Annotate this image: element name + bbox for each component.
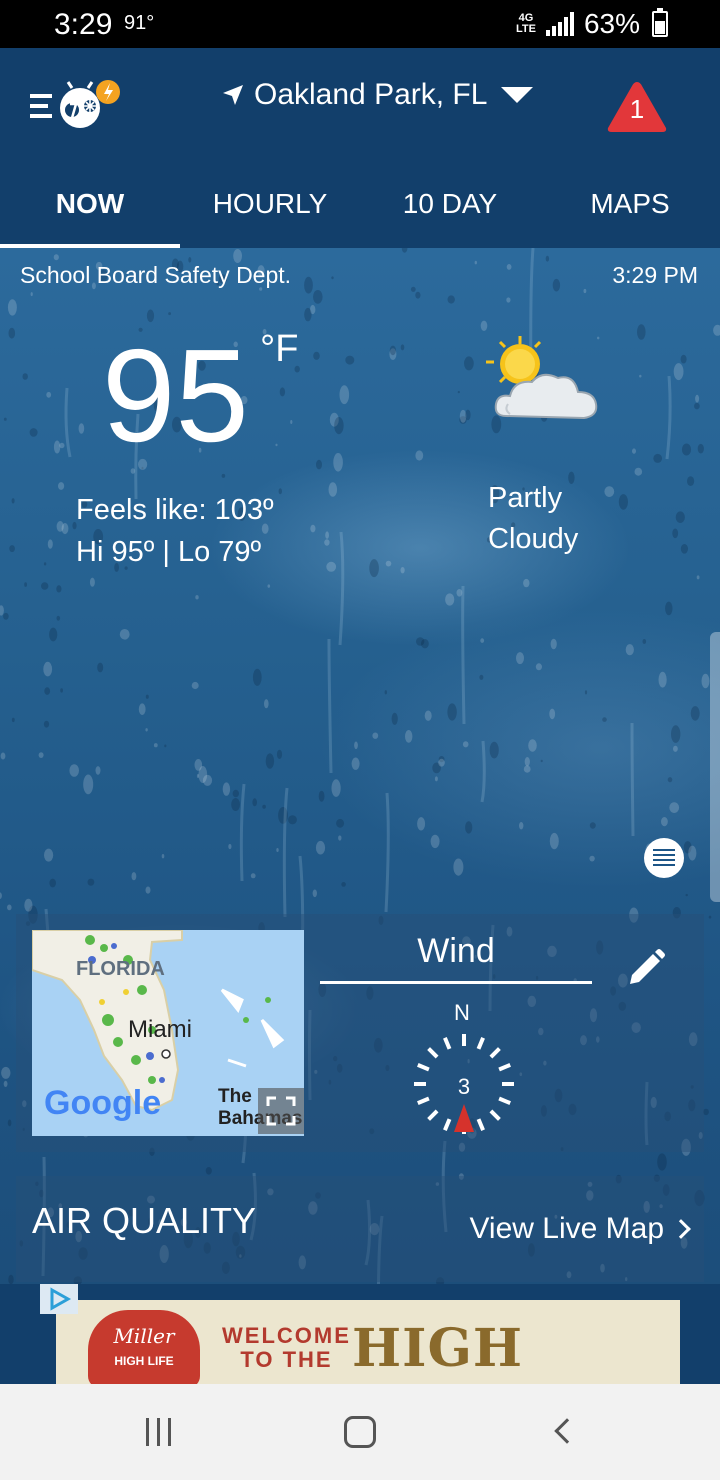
tab-maps[interactable]: MAPS [540,178,720,248]
alert-count: 1 [629,94,645,124]
view-live-map-label: View Live Map [469,1212,664,1245]
map-label-florida: FLORIDA [76,958,165,980]
google-logo: Google [44,1084,162,1122]
ad-welcome-text: WELCOME TO THE [222,1323,351,1372]
expand-map-icon[interactable] [258,1088,304,1134]
condition-line-2: Cloudy [488,523,579,555]
feels-like: Feels like: 103º [76,494,274,526]
chevron-right-icon [671,1219,691,1239]
location-arrow-icon [223,85,243,105]
status-bar: 3:29 91° 4G LTE 63% [0,0,720,48]
sponsor-text: School Board Safety Dept. [20,262,292,288]
battery-icon [652,8,668,37]
home-icon[interactable] [344,1416,376,1448]
condition-line-1: Partly [488,482,563,514]
ad-brand-line-1: Miller [113,1324,175,1348]
updated-time: 3:29 PM [612,262,698,288]
tab-hourly[interactable]: HOURLY [180,178,360,248]
hi-lo: Hi 95º | Lo 79º [76,536,262,568]
weather-alert-button[interactable]: 1 [606,78,668,134]
status-time: 3:29 [54,8,113,41]
wind-title: Wind [320,932,592,984]
ad-banner[interactable]: Miller HIGH LIFE WELCOMETO THE HIGH LIFE [56,1300,680,1384]
layout-list-button[interactable] [644,838,684,878]
status-indicators: 4G LTE 63% [516,8,668,40]
system-navigation-bar [0,1384,720,1480]
tab-now[interactable]: NOW [0,178,180,248]
app-header: Oakland Park, FL 1 NOW HOURLY 10 DAY MAP… [0,48,720,248]
side-drawer-handle[interactable] [710,632,720,902]
signal-strength-icon [545,12,574,36]
chevron-down-icon [501,87,534,103]
adchoices-icon[interactable] [40,1284,78,1314]
location-name: Oakland Park, FL [254,78,488,111]
ad-brand-line-2: HIGH LIFE [114,1354,174,1368]
location-selector[interactable]: Oakland Park, FL [222,78,534,112]
menu-logo-icon[interactable] [30,78,122,138]
map-label-miami: Miami [128,1016,192,1043]
temperature-unit: °F [260,328,299,370]
current-temperature: 95 [102,322,249,469]
ad-container: Miller HIGH LIFE WELCOMETO THE HIGH LIFE [0,1284,720,1384]
wind-speed: 3 [457,1074,471,1099]
edit-pencil-icon[interactable] [626,948,666,988]
partly-cloudy-icon [486,336,598,420]
air-quality-card[interactable]: AIR QUALITY View Live Map [16,1176,704,1282]
condition-text: Partly Cloudy [488,478,578,560]
miller-logo: Miller HIGH LIFE [88,1310,200,1384]
wind-direction-arrow [454,1104,474,1132]
tab-10-day[interactable]: 10 DAY [360,178,540,248]
radar-map-thumbnail[interactable]: FLORIDA Miami The Bahamas Google [32,930,304,1136]
map-label-bahamas-line1: The [218,1086,252,1107]
wind-direction-north: N [454,1000,470,1025]
ad-headline: HIGH LIFE [352,1318,523,1384]
recent-apps-icon[interactable] [146,1418,176,1448]
tab-bar: NOW HOURLY 10 DAY MAPS [0,178,720,248]
radar-wind-card: FLORIDA Miami The Bahamas Google Wind N … [16,914,704,1152]
current-conditions-panel: School Board Safety Dept. 3:29 PM 95 °F … [0,248,720,1384]
back-icon[interactable] [554,1418,580,1444]
status-temperature: 91° [124,12,155,34]
view-live-map-link[interactable]: View Live Map [469,1212,691,1246]
network-4g-lte-icon: 4G LTE [515,12,536,35]
battery-percentage: 63% [583,8,640,39]
air-quality-title: AIR QUALITY [32,1200,257,1241]
